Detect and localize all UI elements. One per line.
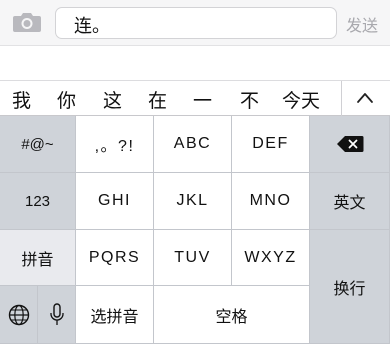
keyboard: #@~ ,。?! ABC DEF 123 GHI JKL MNO 英文 拼音 P…: [0, 116, 390, 344]
candidate-bar: 我 你 这 在 一 不 今天: [0, 80, 390, 116]
abc-key[interactable]: ABC: [154, 116, 232, 173]
wxyz-key[interactable]: WXYZ: [232, 230, 310, 286]
candidate-item[interactable]: 不: [240, 86, 259, 113]
candidate-item[interactable]: 今天: [282, 86, 320, 113]
symbols-key[interactable]: #@~: [0, 116, 76, 173]
microphone-icon: [49, 302, 64, 325]
candidate-item[interactable]: 这: [103, 86, 122, 113]
space-key[interactable]: 空格: [154, 286, 310, 344]
input-bar: 连。 发送: [0, 0, 390, 46]
return-key[interactable]: 换行: [310, 230, 390, 344]
punctuation-key[interactable]: ,。?!: [76, 116, 154, 173]
tuv-key[interactable]: TUV: [154, 230, 232, 286]
microphone-key[interactable]: [38, 286, 76, 344]
pqrs-key[interactable]: PQRS: [76, 230, 154, 286]
message-area: [0, 46, 390, 80]
backspace-icon: [336, 136, 363, 152]
globe-key[interactable]: [0, 286, 38, 344]
candidate-item[interactable]: 我: [12, 86, 31, 113]
globe-icon: [8, 304, 29, 325]
candidate-item[interactable]: 一: [193, 86, 212, 113]
camera-icon[interactable]: [12, 10, 42, 34]
candidate-item[interactable]: 你: [57, 86, 76, 113]
number-key[interactable]: 123: [0, 173, 76, 230]
message-input[interactable]: 连。: [55, 7, 337, 39]
ghi-key[interactable]: GHI: [76, 173, 154, 230]
def-key[interactable]: DEF: [232, 116, 310, 173]
candidate-divider: [341, 81, 342, 116]
english-key[interactable]: 英文: [310, 173, 390, 230]
jkl-key[interactable]: JKL: [154, 173, 232, 230]
select-pinyin-key[interactable]: 选拼音: [76, 286, 154, 344]
mno-key[interactable]: MNO: [232, 173, 310, 230]
chevron-up-icon[interactable]: [355, 90, 375, 106]
send-button[interactable]: 发送: [346, 12, 378, 36]
message-input-text: 连。: [74, 16, 110, 37]
pinyin-key[interactable]: 拼音: [0, 230, 76, 286]
candidate-item[interactable]: 在: [148, 86, 167, 113]
delete-key[interactable]: [310, 116, 390, 173]
